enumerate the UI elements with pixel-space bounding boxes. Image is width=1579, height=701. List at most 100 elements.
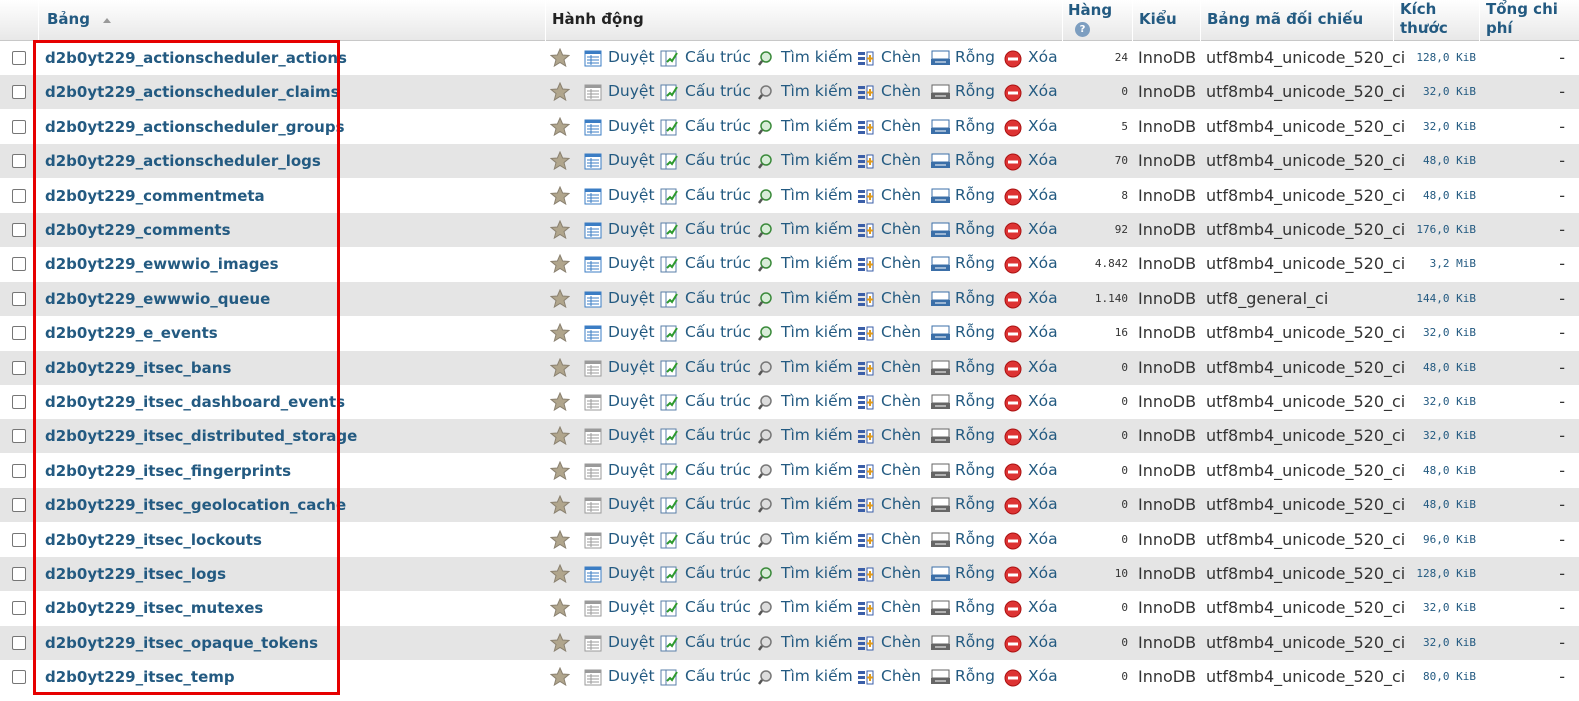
table-name-link[interactable]: d2b0yt229_itsec_fingerprints [45, 454, 291, 488]
insert-icon[interactable] [857, 119, 875, 136]
empty-table-icon[interactable] [930, 497, 951, 514]
structure-icon[interactable] [660, 153, 678, 170]
column-header-bang-label[interactable]: Bảng [47, 10, 90, 28]
empty-table-link[interactable]: Rỗng [955, 523, 995, 557]
table-name-link[interactable]: d2b0yt229_itsec_dashboard_events [45, 385, 345, 419]
structure-link[interactable]: Cấu trúc [685, 660, 751, 694]
drop-link[interactable]: Xóa [1028, 660, 1058, 694]
search-link[interactable]: Tìm kiếm [781, 144, 853, 178]
favorite-star-icon[interactable] [549, 185, 571, 205]
browse-icon[interactable] [584, 463, 602, 480]
search-icon[interactable] [757, 635, 775, 652]
drop-icon[interactable] [1004, 566, 1022, 584]
favorite-star-icon[interactable] [549, 47, 571, 68]
empty-table-icon[interactable] [930, 669, 951, 686]
insert-link[interactable]: Chèn [881, 626, 921, 660]
table-name-link[interactable]: d2b0yt229_actionscheduler_groups [45, 110, 345, 144]
insert-icon[interactable] [857, 222, 875, 239]
insert-icon[interactable] [857, 188, 875, 205]
structure-icon[interactable] [660, 463, 678, 480]
drop-link[interactable]: Xóa [1028, 144, 1058, 178]
search-icon[interactable] [757, 497, 775, 514]
structure-link[interactable]: Cấu trúc [685, 557, 751, 591]
drop-link[interactable]: Xóa [1028, 488, 1058, 522]
structure-link[interactable]: Cấu trúc [685, 179, 751, 213]
search-icon[interactable] [757, 360, 775, 377]
structure-link[interactable]: Cấu trúc [685, 488, 751, 522]
browse-link[interactable]: Duyệt [608, 110, 655, 144]
row-checkbox[interactable] [12, 223, 26, 237]
insert-link[interactable]: Chèn [881, 488, 921, 522]
table-size[interactable]: 144,0 KiB [1393, 282, 1476, 316]
empty-table-link[interactable]: Rỗng [955, 213, 995, 247]
column-header-tong-chi-phi[interactable]: Tổng chi phí [1479, 0, 1579, 41]
table-size[interactable]: 128,0 KiB [1393, 557, 1476, 591]
empty-table-link[interactable]: Rỗng [955, 591, 995, 625]
search-link[interactable]: Tìm kiếm [781, 110, 853, 144]
column-header-kich-thuoc-label[interactable]: Kích thước [1400, 0, 1460, 38]
browse-link[interactable]: Duyệt [608, 419, 655, 453]
favorite-star-icon[interactable] [549, 494, 571, 515]
browse-icon[interactable] [584, 635, 602, 652]
table-name-link[interactable]: d2b0yt229_e_events [45, 316, 218, 350]
browse-link[interactable]: Duyệt [608, 385, 655, 419]
search-icon[interactable] [757, 669, 775, 686]
drop-link[interactable]: Xóa [1028, 557, 1058, 591]
browse-icon[interactable] [584, 119, 602, 136]
drop-icon[interactable] [1004, 463, 1022, 481]
browse-link[interactable]: Duyệt [608, 626, 655, 660]
row-checkbox[interactable] [12, 498, 26, 513]
structure-link[interactable]: Cấu trúc [685, 213, 751, 247]
empty-table-link[interactable]: Rỗng [955, 626, 995, 660]
insert-icon[interactable] [857, 256, 875, 273]
search-link[interactable]: Tìm kiếm [781, 282, 853, 316]
insert-link[interactable]: Chèn [881, 351, 921, 385]
drop-icon[interactable] [1004, 669, 1022, 687]
search-icon[interactable] [757, 463, 775, 480]
column-header-tong-chi-phi-label[interactable]: Tổng chi phí [1486, 0, 1566, 38]
drop-link[interactable]: Xóa [1028, 351, 1058, 385]
empty-table-icon[interactable] [930, 360, 951, 377]
structure-icon[interactable] [660, 84, 678, 101]
empty-table-link[interactable]: Rỗng [955, 419, 995, 453]
structure-icon[interactable] [660, 188, 678, 205]
row-checkbox[interactable] [12, 154, 26, 169]
table-name-link[interactable]: d2b0yt229_itsec_logs [45, 557, 226, 591]
row-checkbox[interactable] [12, 51, 26, 65]
drop-icon[interactable] [1004, 360, 1022, 378]
insert-icon[interactable] [857, 50, 875, 67]
drop-icon[interactable] [1004, 325, 1022, 343]
drop-link[interactable]: Xóa [1028, 247, 1058, 281]
browse-icon[interactable] [584, 360, 602, 377]
drop-link[interactable]: Xóa [1028, 41, 1058, 75]
structure-link[interactable]: Cấu trúc [685, 351, 751, 385]
drop-link[interactable]: Xóa [1028, 626, 1058, 660]
drop-link[interactable]: Xóa [1028, 591, 1058, 625]
structure-icon[interactable] [660, 119, 678, 136]
browse-icon[interactable] [584, 188, 602, 205]
structure-icon[interactable] [660, 256, 678, 273]
insert-icon[interactable] [857, 497, 875, 514]
search-link[interactable]: Tìm kiếm [781, 75, 853, 109]
structure-icon[interactable] [660, 50, 678, 67]
structure-link[interactable]: Cấu trúc [685, 110, 751, 144]
browse-icon[interactable] [584, 669, 602, 686]
browse-icon[interactable] [584, 394, 602, 411]
empty-table-link[interactable]: Rỗng [955, 557, 995, 591]
drop-link[interactable]: Xóa [1028, 316, 1058, 350]
search-icon[interactable] [757, 394, 775, 411]
table-size[interactable]: 96,0 KiB [1393, 523, 1476, 557]
drop-icon[interactable] [1004, 428, 1022, 446]
browse-link[interactable]: Duyệt [608, 591, 655, 625]
row-checkbox[interactable] [12, 85, 26, 100]
column-header-bang-ma-doi-chieu-label[interactable]: Bảng mã đối chiếu [1207, 10, 1363, 28]
structure-icon[interactable] [660, 669, 678, 686]
table-size[interactable]: 48,0 KiB [1393, 351, 1476, 385]
row-checkbox[interactable] [12, 670, 26, 685]
structure-link[interactable]: Cấu trúc [685, 282, 751, 316]
insert-link[interactable]: Chèn [881, 110, 921, 144]
favorite-star-icon[interactable] [549, 666, 571, 687]
search-link[interactable]: Tìm kiếm [781, 660, 853, 694]
browse-icon[interactable] [584, 84, 602, 101]
drop-icon[interactable] [1004, 153, 1022, 171]
